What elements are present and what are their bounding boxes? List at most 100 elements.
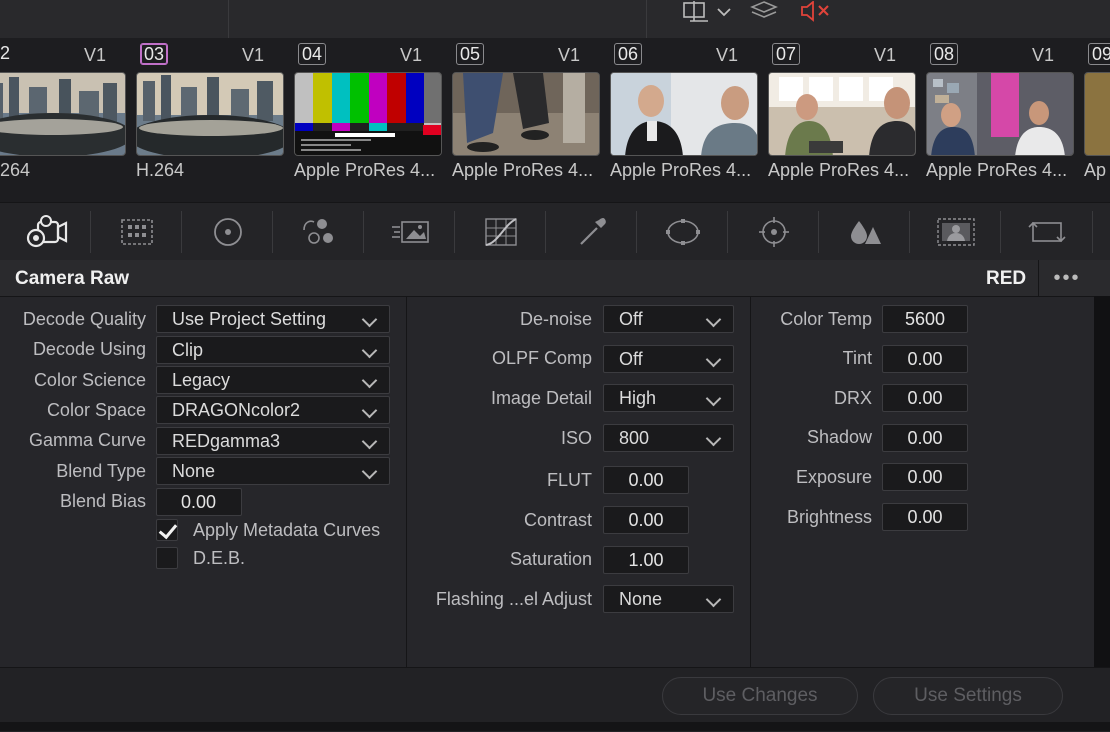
color-match-icon[interactable] xyxy=(91,203,182,260)
chevron-down-icon xyxy=(705,591,722,608)
drx-label: DRX xyxy=(833,388,872,408)
denoise-dropdown[interactable]: Off xyxy=(603,305,734,333)
clip-codec: H.264 xyxy=(136,160,185,180)
clip-thumbnail-image xyxy=(1084,72,1110,156)
clip-thumbnail-image xyxy=(452,72,600,156)
chevron-down-icon xyxy=(705,390,722,407)
dropdown-value: Clip xyxy=(172,340,204,360)
chevron-down-icon[interactable] xyxy=(716,0,732,24)
mute-icon[interactable] xyxy=(800,0,832,24)
color-space-dropdown[interactable]: DRAGONcolor2 xyxy=(156,396,390,424)
chevron-down-icon xyxy=(361,463,378,480)
gamma-curve-dropdown[interactable]: REDgamma3 xyxy=(156,427,390,455)
blend-bias-label: Blend Bias xyxy=(59,491,146,511)
chevron-down-icon xyxy=(705,351,722,368)
tint-label: Tint xyxy=(842,348,872,368)
sizing-icon[interactable] xyxy=(1001,203,1092,260)
clip-track: V1 xyxy=(241,45,264,65)
clip-thumbnail[interactable]: 07 V1 Apple ProRes 4... xyxy=(768,38,918,188)
wipe-icon[interactable] xyxy=(682,0,710,24)
clip-track: V1 xyxy=(399,45,422,65)
clip-number: 05 xyxy=(456,43,485,65)
clip-strip: 2 V1 264 03 V1 H.264 04 V1 Apple ProRes … xyxy=(0,38,1110,202)
panel-scroll-gutter xyxy=(1094,296,1110,668)
dropdown-value: Legacy xyxy=(172,370,231,390)
drx-field[interactable]: 0.00 xyxy=(882,384,968,412)
color-science-dropdown[interactable]: Legacy xyxy=(156,366,390,394)
clip-thumbnail[interactable]: 09 Ap xyxy=(1084,38,1110,188)
dropdown-value: Off xyxy=(619,309,643,329)
brightness-field[interactable]: 0.00 xyxy=(882,503,968,531)
motion-effects-icon[interactable] xyxy=(364,203,455,260)
clip-thumbnail[interactable]: 03 V1 H.264 xyxy=(136,38,286,188)
key-icon[interactable] xyxy=(910,203,1001,260)
chevron-down-icon xyxy=(361,402,378,419)
clip-thumbnail[interactable]: 06 V1 Apple ProRes 4... xyxy=(610,38,760,188)
image-detail-dropdown[interactable]: High xyxy=(603,384,734,412)
contrast-label: Contrast xyxy=(523,510,592,530)
dropdown-value: High xyxy=(619,388,657,408)
qualifier-icon[interactable] xyxy=(546,203,637,260)
decode-quality-dropdown[interactable]: Use Project Setting xyxy=(156,305,390,333)
flut-field[interactable]: 0.00 xyxy=(603,466,689,494)
clip-thumbnail[interactable]: 08 V1 Apple ProRes 4... xyxy=(926,38,1076,188)
raw-format-label: RED xyxy=(986,268,1027,289)
flashing-pixel-adjust-dropdown[interactable]: None xyxy=(603,585,734,613)
blend-type-dropdown[interactable]: None xyxy=(156,457,390,485)
exposure-label: Exposure xyxy=(795,467,872,487)
palette-toolbar xyxy=(0,202,1110,261)
dropdown-value: None xyxy=(619,589,663,609)
clip-number: 07 xyxy=(772,43,801,65)
apply-metadata-curves-label: Apply Metadata Curves xyxy=(193,520,381,540)
color-temp-field[interactable]: 5600 xyxy=(882,305,968,333)
clip-thumbnail-image xyxy=(610,72,758,156)
chevron-down-icon xyxy=(705,430,722,447)
use-changes-button[interactable]: Use Changes xyxy=(662,677,858,715)
tint-field[interactable]: 0.00 xyxy=(882,345,968,373)
exposure-field[interactable]: 0.00 xyxy=(882,463,968,491)
layers-icon[interactable] xyxy=(750,0,778,24)
apply-metadata-curves-checkbox[interactable] xyxy=(156,519,178,541)
clip-number: 08 xyxy=(930,43,959,65)
deb-checkbox[interactable] xyxy=(156,547,178,569)
rgb-mixer-icon[interactable] xyxy=(273,203,364,260)
dropdown-value: 800 xyxy=(619,428,650,448)
iso-dropdown[interactable]: 800 xyxy=(603,424,734,452)
clip-thumbnail[interactable]: 05 V1 Apple ProRes 4... xyxy=(452,38,602,188)
clip-thumbnail-image xyxy=(768,72,916,156)
clip-thumbnail[interactable]: 04 V1 Apple ProRes 4... xyxy=(294,38,444,188)
clip-codec: Apple ProRes 4... xyxy=(294,160,436,180)
decode-using-label: Decode Using xyxy=(32,339,146,359)
saturation-field[interactable]: 1.00 xyxy=(603,546,689,574)
curves-icon[interactable] xyxy=(455,203,546,260)
clip-codec: Apple ProRes 4... xyxy=(452,160,594,180)
more-options-button[interactable]: ••• xyxy=(1038,260,1095,296)
blur-icon[interactable] xyxy=(819,203,910,260)
olpf-comp-dropdown[interactable]: Off xyxy=(603,345,734,373)
clip-thumbnail-image xyxy=(926,72,1074,156)
color-wheels-icon[interactable] xyxy=(182,203,273,260)
tracker-icon[interactable] xyxy=(728,203,819,260)
camera-raw-icon[interactable] xyxy=(0,203,91,260)
clip-number: 09 xyxy=(1088,43,1110,65)
clip-codec: Apple ProRes 4... xyxy=(610,160,752,180)
use-settings-button[interactable]: Use Settings xyxy=(873,677,1063,715)
contrast-field[interactable]: 0.00 xyxy=(603,506,689,534)
chevron-down-icon xyxy=(361,433,378,450)
clip-number: 06 xyxy=(614,43,643,65)
column-divider xyxy=(750,297,751,667)
decode-using-dropdown[interactable]: Clip xyxy=(156,336,390,364)
clip-thumbnail[interactable]: 2 V1 264 xyxy=(0,38,128,188)
color-science-label: Color Science xyxy=(33,370,146,390)
denoise-label: De-noise xyxy=(519,309,592,329)
clip-codec: 264 xyxy=(0,160,31,180)
olpf-comp-label: OLPF Comp xyxy=(491,348,592,368)
shadow-field[interactable]: 0.00 xyxy=(882,424,968,452)
dropdown-value: Off xyxy=(619,349,643,369)
image-detail-label: Image Detail xyxy=(490,388,592,408)
tool-divider xyxy=(1092,211,1093,253)
dropdown-value: REDgamma3 xyxy=(172,431,281,451)
blend-bias-field[interactable]: 0.00 xyxy=(156,488,242,516)
blend-type-label: Blend Type xyxy=(56,461,146,481)
window-icon[interactable] xyxy=(637,203,728,260)
